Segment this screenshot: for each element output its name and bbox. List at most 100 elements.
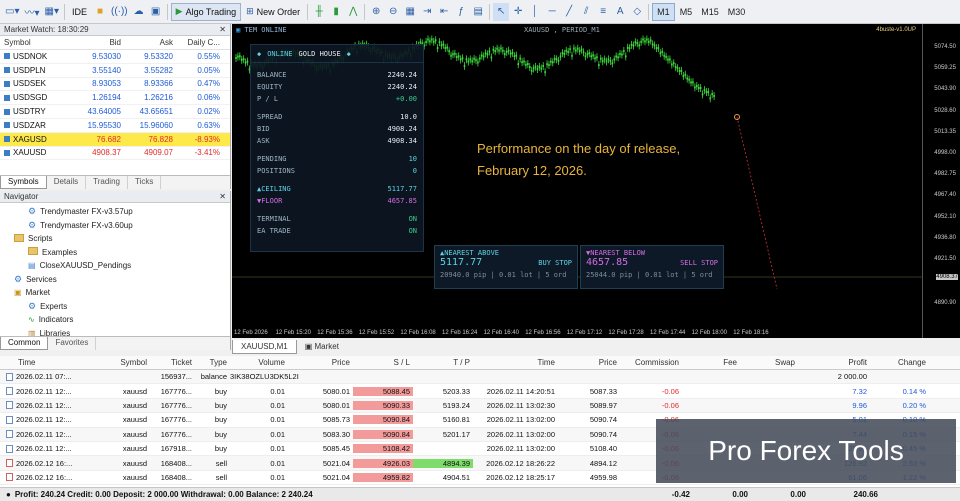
cell-ticket: 167918...: [160, 444, 192, 454]
navigator-item[interactable]: ⚙ Trendymaster FX-v3.60up: [0, 219, 230, 233]
market-watch-row[interactable]: XAUUSD 4908.37 4909.07 -3.41%: [0, 147, 230, 161]
lock-icon[interactable]: ■: [92, 3, 108, 21]
fibonacci-icon[interactable]: ≡: [595, 3, 611, 21]
candle-body: [649, 39, 652, 42]
market-watch-row[interactable]: USDSEK 8.93053 8.93366 0.47%: [0, 78, 230, 92]
timeframe-m15[interactable]: M15: [697, 3, 723, 21]
vertical-line-icon[interactable]: │: [527, 3, 543, 21]
tab-details[interactable]: Details: [47, 176, 87, 189]
column-header[interactable]: Type: [195, 358, 230, 367]
indicators-icon[interactable]: ƒ: [453, 3, 469, 21]
ea-icon: ⚙: [28, 300, 37, 311]
tab-market[interactable]: ▣ Market: [297, 340, 347, 353]
shift-icon[interactable]: ⇤: [436, 3, 452, 21]
signal-icon[interactable]: ((·)): [109, 3, 130, 21]
column-symbol[interactable]: Symbol: [0, 38, 72, 47]
cursor-icon[interactable]: ↖: [493, 2, 510, 21]
tab-ticks[interactable]: Ticks: [128, 176, 162, 189]
market-watch-rows: USDNOK 9.53030 9.53320 0.55% USDPLN 3.551…: [0, 50, 230, 161]
column-header[interactable]: S / L: [353, 358, 413, 367]
market-watch-row[interactable]: USDSGD 1.26194 1.26216 0.06%: [0, 91, 230, 106]
column-header[interactable]: Swap: [740, 358, 798, 367]
bar-chart-icon[interactable]: ╫: [311, 3, 327, 21]
market-watch-row[interactable]: USDZAR 15.95530 15.96060 0.63%: [0, 119, 230, 133]
watermark: Pro Forex Tools: [656, 419, 956, 483]
navigator-item[interactable]: ⚙ Experts: [0, 300, 230, 314]
symbol-cell: USDSEK: [0, 79, 72, 88]
market-icon[interactable]: ▣: [148, 3, 164, 21]
table-row[interactable]: 2026.02.11 12:... xauusd 167776... buy 0.01 5…: [0, 384, 960, 399]
timeframe-m1[interactable]: M1: [652, 2, 675, 21]
column-header[interactable]: Volume: [230, 358, 288, 367]
column-header[interactable]: Time: [0, 358, 105, 367]
chart-type-icon[interactable]: ▭▾: [3, 3, 21, 21]
ide-button[interactable]: IDE: [68, 3, 91, 21]
candlestick-icon[interactable]: ▮: [328, 3, 344, 21]
navigator-item[interactable]: ⚙ Trendymaster FX-v3.57up: [0, 205, 230, 219]
calendar-icon[interactable]: ▦▾: [43, 3, 61, 21]
crosshair-icon[interactable]: ✛: [510, 3, 526, 21]
close-icon[interactable]: ✕: [219, 25, 226, 34]
column-ask[interactable]: Ask: [124, 38, 176, 47]
timeframe-m30[interactable]: M30: [724, 3, 750, 21]
candle-body: [653, 44, 656, 47]
column-header[interactable]: Symbol: [105, 358, 150, 367]
ea-stat-row: BALANCE 2240.24: [251, 69, 423, 81]
column-header[interactable]: Price: [558, 358, 620, 367]
timeframe-m5[interactable]: M5: [676, 3, 697, 21]
market-icon: ▣: [304, 342, 315, 351]
line-chart-icon[interactable]: 〰▾: [22, 3, 41, 21]
table-row[interactable]: 2026.02.11 12:... xauusd 167776... buy 0.01 5…: [0, 398, 960, 414]
new-order-button[interactable]: ⊞ New Order: [242, 3, 304, 21]
candle-body: [690, 81, 692, 84]
tab-chart-xauusd[interactable]: XAUUSD,M1: [232, 339, 297, 354]
tab-symbols[interactable]: Symbols: [0, 176, 47, 189]
navigator-item[interactable]: ∿ Indicators: [0, 313, 230, 327]
column-header[interactable]: Ticket: [150, 358, 195, 367]
zoom-out-icon[interactable]: ⊖: [385, 3, 401, 21]
candle-body: [538, 65, 541, 68]
navigator-item[interactable]: ⚙ Services: [0, 273, 230, 287]
market-watch-row[interactable]: USDTRY 43.64005 43.65651 0.02%: [0, 105, 230, 119]
shapes-icon[interactable]: ◇: [629, 3, 645, 21]
autoscroll-icon[interactable]: ⇥: [419, 3, 435, 21]
algo-trading-button[interactable]: ▶ Algo Trading: [170, 2, 242, 21]
nearest-below-box: ▼NEAREST BELOW 4657.85 SELL STOP 25044.0 …: [580, 245, 724, 289]
table-row[interactable]: 2026.02.11 07:... 156937... balance 3IK38OZ…: [0, 370, 960, 385]
market-watch-row[interactable]: USDNOK 9.53030 9.53320 0.55%: [0, 50, 230, 64]
navigator-title: Navigator: [4, 192, 39, 201]
column-header[interactable]: Commission: [620, 358, 682, 367]
line-icon[interactable]: ⋀: [345, 3, 361, 21]
column-header[interactable]: Time: [473, 358, 558, 367]
column-header[interactable]: Change: [870, 358, 930, 367]
trendline-icon[interactable]: ╱: [561, 3, 577, 21]
market-watch-row[interactable]: USDPLN 3.55140 3.55282 0.05%: [0, 64, 230, 78]
vps-icon[interactable]: ☁: [131, 3, 147, 21]
navigator-item[interactable]: ▣ Market: [0, 286, 230, 300]
tab-trading[interactable]: Trading: [86, 176, 128, 189]
column-header[interactable]: Price: [288, 358, 353, 367]
column-header[interactable]: Fee: [682, 358, 740, 367]
candle-body: [446, 46, 448, 49]
column-daily-change[interactable]: Daily C...: [176, 38, 224, 47]
horizontal-line-icon[interactable]: ─: [544, 3, 560, 21]
candle-body: [467, 60, 470, 63]
ea-stat-key: ▲CEILING: [257, 185, 291, 193]
column-header[interactable]: T / P: [413, 358, 473, 367]
tab-favorites[interactable]: Favorites: [48, 337, 97, 350]
market-watch-row[interactable]: XAGUSD 76.682 76.828 -8.93%: [0, 132, 230, 147]
navigator-item[interactable]: ▤ CloseXAUUSD_Pendings: [0, 259, 230, 273]
order-icon: [6, 387, 13, 396]
tab-common[interactable]: Common: [0, 337, 49, 350]
navigator-item[interactable]: Examples: [0, 246, 230, 260]
close-icon[interactable]: ✕: [219, 192, 226, 201]
templates-icon[interactable]: ▤: [470, 3, 486, 21]
column-header[interactable]: Profit: [798, 358, 870, 367]
channel-icon[interactable]: ⫽: [578, 3, 594, 21]
navigator-item[interactable]: Scripts: [0, 232, 230, 246]
grid-icon[interactable]: ▦: [402, 3, 418, 21]
text-tool-icon[interactable]: A: [612, 3, 628, 21]
candle-body: [621, 53, 623, 56]
column-bid[interactable]: Bid: [72, 38, 124, 47]
zoom-in-icon[interactable]: ⊕: [368, 3, 384, 21]
